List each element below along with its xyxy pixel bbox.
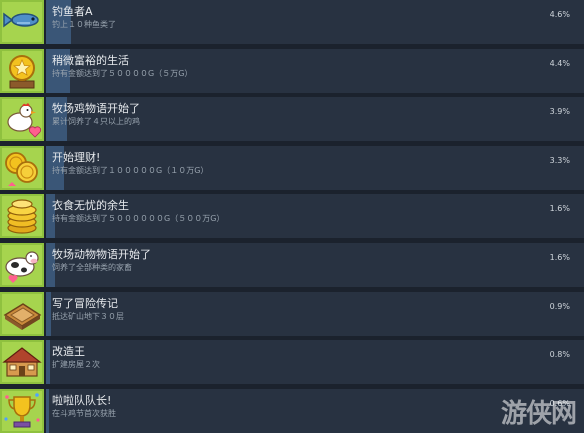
achievement-percent: 1.6% bbox=[549, 252, 570, 262]
achievement-description: 持有金额达到了１０００００G（１０万G） bbox=[52, 165, 209, 175]
achievement-percent: 1.6% bbox=[549, 204, 570, 214]
achievement-title: 啦啦队队长! bbox=[52, 393, 112, 407]
achievement-percent: 4.6% bbox=[549, 10, 570, 19]
achievement-row: 衣食无忧的余生 持有金额达到了５００００００G（５００万G） 1.6% bbox=[0, 194, 584, 239]
coins-icon bbox=[0, 145, 44, 190]
achievement-description: 扩建房屋２次 bbox=[52, 360, 100, 370]
achievement-title: 开始理财! bbox=[52, 150, 101, 164]
achievement-description: 钓上１０种鱼类了 bbox=[52, 20, 116, 29]
watermark-logo: 游侠网 bbox=[500, 399, 577, 429]
progress-fill bbox=[46, 340, 51, 385]
achievement-description: 持有金额达到了５００００００G（５００万G） bbox=[52, 214, 225, 224]
achievement-row: 写了冒险传记 抵达矿山地下３０层 0.9% bbox=[0, 291, 584, 336]
progress-fill bbox=[46, 388, 50, 433]
achievement-percent: 4.4% bbox=[549, 58, 570, 68]
achievement-bar: 开始理财! 持有金额达到了１０００００G（１０万G） 3.3% bbox=[46, 145, 584, 190]
achievement-title: 牧场动物物语开始了 bbox=[52, 247, 151, 261]
achievement-bar: 牧场鸡物语开始了 累计饲养了４只以上的鸡 3.9% bbox=[46, 97, 584, 142]
achievement-title: 牧场鸡物语开始了 bbox=[52, 102, 140, 116]
achievement-percent: 3.9% bbox=[549, 107, 570, 117]
achievement-row: 钓鱼者A 钓上１０种鱼类了 4.6% bbox=[0, 0, 584, 44]
trophy-icon bbox=[0, 388, 44, 433]
achievement-description: 饲养了全部种类的家畜 bbox=[52, 262, 132, 272]
map-board-icon bbox=[0, 291, 44, 336]
achievement-percent: 0.9% bbox=[549, 301, 570, 311]
achievement-row: 改造王 扩建房屋２次 0.8% bbox=[0, 340, 584, 385]
achievement-bar: 钓鱼者A 钓上１０种鱼类了 4.6% bbox=[46, 0, 584, 44]
achievement-title: 钓鱼者A bbox=[52, 5, 93, 18]
fish-icon bbox=[0, 0, 44, 44]
achievement-percent: 3.3% bbox=[549, 155, 570, 165]
achievement-percent: 0.8% bbox=[549, 350, 570, 360]
achievement-row: 牧场动物物语开始了 饲养了全部种类的家畜 1.6% bbox=[0, 242, 584, 287]
chicken-icon bbox=[0, 97, 44, 142]
achievement-description: 累计饲养了４只以上的鸡 bbox=[52, 117, 140, 127]
achievement-list: 钓鱼者A 钓上１０种鱼类了 4.6% 稍微富裕的生活 持有金额达到了５００００G… bbox=[0, 0, 584, 433]
progress-fill bbox=[46, 291, 51, 336]
achievement-row: 开始理财! 持有金额达到了１０００００G（１０万G） 3.3% bbox=[0, 145, 584, 190]
achievement-title: 写了冒险传记 bbox=[52, 296, 118, 310]
achievement-bar: 稍微富裕的生活 持有金额达到了５００００G（５万G） 4.4% bbox=[46, 48, 584, 93]
gold-coin-icon bbox=[0, 48, 44, 93]
achievement-bar: 牧场动物物语开始了 饲养了全部种类的家畜 1.6% bbox=[46, 242, 584, 287]
cow-icon bbox=[0, 242, 44, 287]
achievement-title: 稍微富裕的生活 bbox=[52, 53, 129, 67]
achievement-bar: 衣食无忧的余生 持有金额达到了５００００００G（５００万G） 1.6% bbox=[46, 194, 584, 239]
achievement-bar: 改造王 扩建房屋２次 0.8% bbox=[46, 340, 584, 385]
achievement-title: 衣食无忧的余生 bbox=[52, 199, 129, 213]
achievement-bar: 写了冒险传记 抵达矿山地下３０层 0.9% bbox=[46, 291, 584, 336]
achievement-description: 抵达矿山地下３０层 bbox=[52, 311, 124, 321]
achievement-title: 改造王 bbox=[52, 345, 85, 359]
achievement-row: 啦啦队队长! 在斗鸡节首次获胜 0.6% bbox=[0, 388, 584, 433]
achievement-row: 牧场鸡物语开始了 累计饲养了４只以上的鸡 3.9% bbox=[0, 97, 584, 142]
achievement-row: 稍微富裕的生活 持有金额达到了５００００G（５万G） 4.4% bbox=[0, 48, 584, 93]
achievement-description: 持有金额达到了５００００G（５万G） bbox=[52, 68, 193, 78]
coin-stack-icon bbox=[0, 194, 44, 239]
house-icon bbox=[0, 340, 44, 385]
achievement-description: 在斗鸡节首次获胜 bbox=[52, 408, 116, 418]
